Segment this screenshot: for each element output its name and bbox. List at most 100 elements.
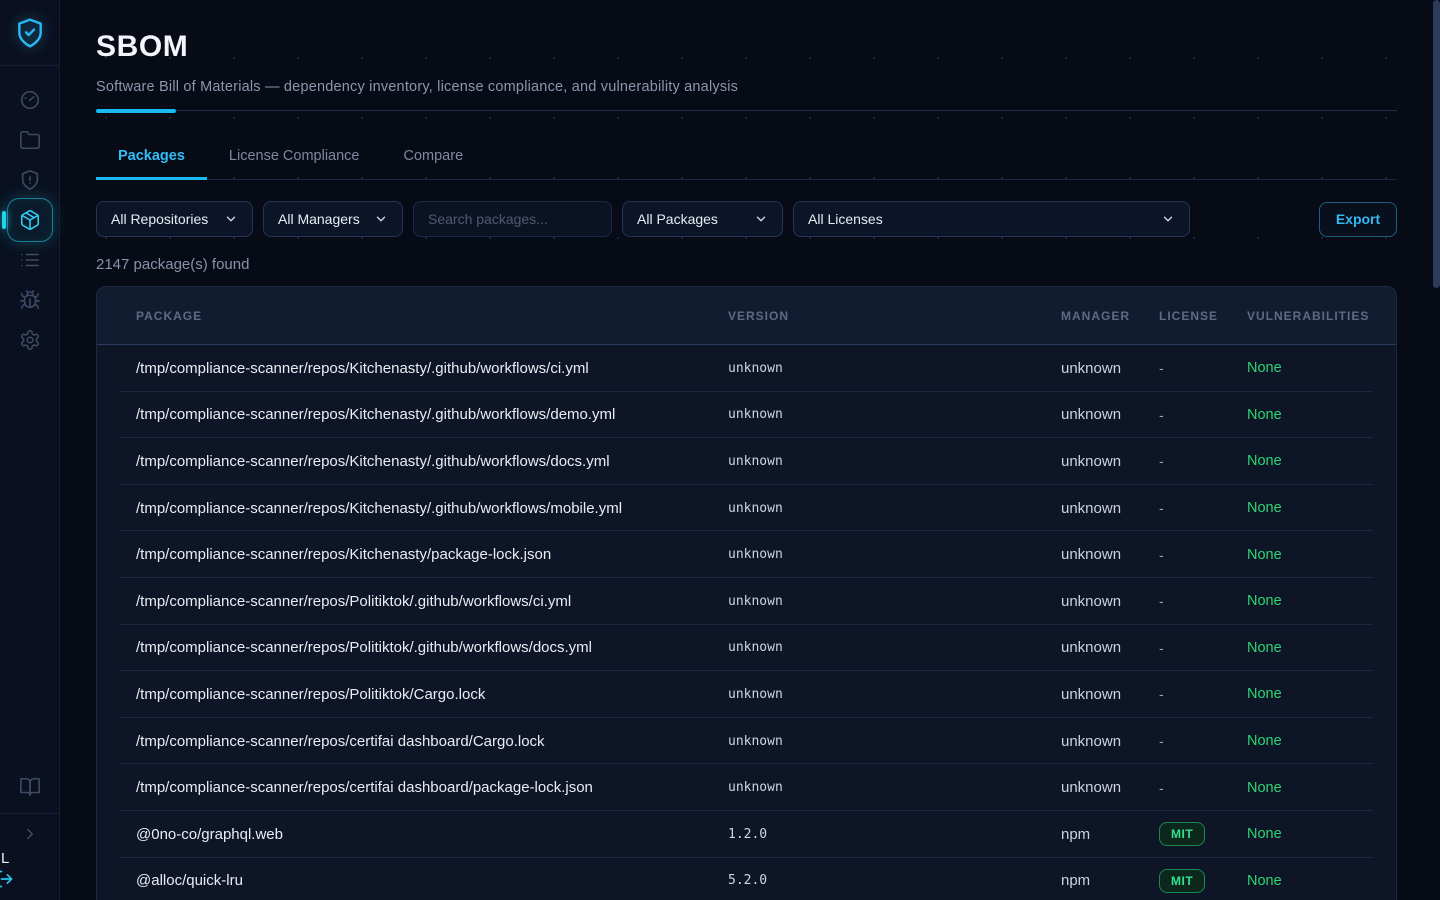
list-icon	[19, 249, 41, 271]
tab-compare[interactable]: Compare	[382, 148, 486, 180]
main-content: SBOM Software Bill of Materials — depend…	[60, 0, 1440, 900]
licenses-filter-value: All Licenses	[808, 211, 883, 227]
package-vulnerabilities: None	[1247, 593, 1396, 609]
package-manager: unknown	[1061, 360, 1159, 377]
packages-table: PACKAGE VERSION MANAGER LICENSE VULNERAB…	[96, 286, 1397, 900]
package-license: -	[1159, 407, 1247, 423]
sidebar-divider	[0, 813, 60, 814]
gauge-icon	[19, 89, 41, 111]
package-manager: unknown	[1061, 779, 1159, 796]
chevron-right-icon	[21, 825, 39, 843]
column-header-version: VERSION	[728, 309, 1061, 323]
tab-bar: Packages License Compliance Compare	[96, 148, 1397, 180]
package-path: /tmp/compliance-scanner/repos/Politiktok…	[97, 593, 728, 610]
sidebar: L	[0, 0, 60, 900]
table-row: /tmp/compliance-scanner/repos/Kitchenast…	[97, 438, 1396, 485]
package-version: unknown	[728, 640, 1061, 655]
app-logo[interactable]	[0, 0, 59, 66]
shield-check-icon	[14, 17, 46, 49]
sidebar-footer: L	[0, 767, 59, 900]
package-version: unknown	[728, 361, 1061, 376]
package-path: @alloc/quick-lru	[97, 872, 728, 889]
package-vulnerabilities: None	[1247, 873, 1396, 889]
search-input[interactable]	[413, 201, 612, 237]
tab-packages[interactable]: Packages	[96, 148, 207, 180]
repositories-filter-value: All Repositories	[111, 211, 208, 227]
package-path: /tmp/compliance-scanner/repos/Kitchenast…	[97, 360, 728, 377]
package-icon	[19, 209, 41, 231]
table-row: /tmp/compliance-scanner/repos/certifai d…	[97, 764, 1396, 811]
package-path: /tmp/compliance-scanner/repos/Politiktok…	[97, 686, 728, 703]
header-divider	[96, 110, 1397, 111]
package-path: /tmp/compliance-scanner/repos/Kitchenast…	[97, 406, 728, 423]
tab-license-compliance[interactable]: License Compliance	[207, 148, 382, 180]
license-badge: MIT	[1159, 869, 1205, 893]
filter-bar: All Repositories All Managers All Packag…	[96, 201, 1397, 237]
package-vulnerabilities: None	[1247, 453, 1396, 469]
package-version: unknown	[728, 594, 1061, 609]
page-subtitle: Software Bill of Materials — dependency …	[96, 79, 1397, 95]
table-row: /tmp/compliance-scanner/repos/Politiktok…	[97, 671, 1396, 718]
table-header-row: PACKAGE VERSION MANAGER LICENSE VULNERAB…	[97, 287, 1396, 345]
table-row: @0no-co/graphql.web 1.2.0 npm MIT None	[97, 811, 1396, 858]
sidebar-nav	[0, 80, 59, 360]
license-badge: MIT	[1159, 822, 1205, 846]
table-row: /tmp/compliance-scanner/repos/Kitchenast…	[97, 345, 1396, 392]
column-header-package: PACKAGE	[97, 309, 728, 323]
package-version: unknown	[728, 734, 1061, 749]
sidebar-item-audit-list[interactable]	[0, 240, 60, 280]
package-vulnerabilities: None	[1247, 360, 1396, 376]
package-vulnerabilities: None	[1247, 500, 1396, 516]
package-path: /tmp/compliance-scanner/repos/Kitchenast…	[97, 453, 728, 470]
chevron-down-icon	[224, 212, 238, 226]
table-row: /tmp/compliance-scanner/repos/Kitchenast…	[97, 531, 1396, 578]
managers-filter-select[interactable]: All Managers	[263, 201, 403, 237]
package-vulnerabilities: None	[1247, 733, 1396, 749]
package-manager: unknown	[1061, 639, 1159, 656]
results-count: 2147 package(s) found	[96, 256, 1397, 273]
sidebar-overflow-area: L	[0, 852, 59, 900]
active-nav-highlight	[7, 198, 53, 242]
export-button[interactable]: Export	[1319, 202, 1397, 237]
package-path: /tmp/compliance-scanner/repos/Politiktok…	[97, 639, 728, 656]
package-path: /tmp/compliance-scanner/repos/Kitchenast…	[97, 500, 728, 517]
package-license: MIT	[1159, 822, 1247, 846]
vertical-scrollbar-thumb[interactable]	[1433, 0, 1440, 288]
sidebar-item-settings[interactable]	[0, 320, 60, 360]
package-manager: unknown	[1061, 686, 1159, 703]
table-row: /tmp/compliance-scanner/repos/certifai d…	[97, 718, 1396, 765]
table-body: /tmp/compliance-scanner/repos/Kitchenast…	[97, 345, 1396, 900]
book-open-icon	[19, 776, 41, 798]
package-version: 5.2.0	[728, 873, 1061, 888]
package-path: /tmp/compliance-scanner/repos/certifai d…	[97, 733, 728, 750]
package-license: -	[1159, 500, 1247, 516]
sidebar-collapse-button[interactable]	[0, 816, 60, 852]
package-path: /tmp/compliance-scanner/repos/certifai d…	[97, 779, 728, 796]
package-license: -	[1159, 547, 1247, 563]
package-version: unknown	[728, 547, 1061, 562]
package-vulnerabilities: None	[1247, 686, 1396, 702]
logout-icon[interactable]	[0, 869, 14, 889]
package-version: unknown	[728, 407, 1061, 422]
sidebar-item-sbom[interactable]	[0, 198, 60, 242]
sidebar-item-vulnerabilities[interactable]	[0, 160, 60, 200]
sidebar-item-repositories[interactable]	[0, 120, 60, 160]
package-vulnerabilities: None	[1247, 826, 1396, 842]
package-vulnerabilities: None	[1247, 407, 1396, 423]
shield-alert-icon	[19, 169, 41, 191]
sidebar-item-dashboard[interactable]	[0, 80, 60, 120]
table-row: /tmp/compliance-scanner/repos/Politiktok…	[97, 578, 1396, 625]
repositories-filter-select[interactable]: All Repositories	[96, 201, 253, 237]
package-license: -	[1159, 360, 1247, 376]
licenses-filter-select[interactable]: All Licenses	[793, 201, 1190, 237]
package-manager: npm	[1061, 872, 1159, 889]
column-header-license: LICENSE	[1159, 309, 1247, 323]
chevron-down-icon	[754, 212, 768, 226]
sidebar-item-docs[interactable]	[0, 767, 60, 807]
overflow-label: L	[1, 850, 9, 867]
packages-filter-select[interactable]: All Packages	[622, 201, 783, 237]
package-manager: unknown	[1061, 546, 1159, 563]
package-license: -	[1159, 640, 1247, 656]
sidebar-item-issues[interactable]	[0, 280, 60, 320]
table-row: @alloc/quick-lru 5.2.0 npm MIT None	[97, 858, 1396, 900]
